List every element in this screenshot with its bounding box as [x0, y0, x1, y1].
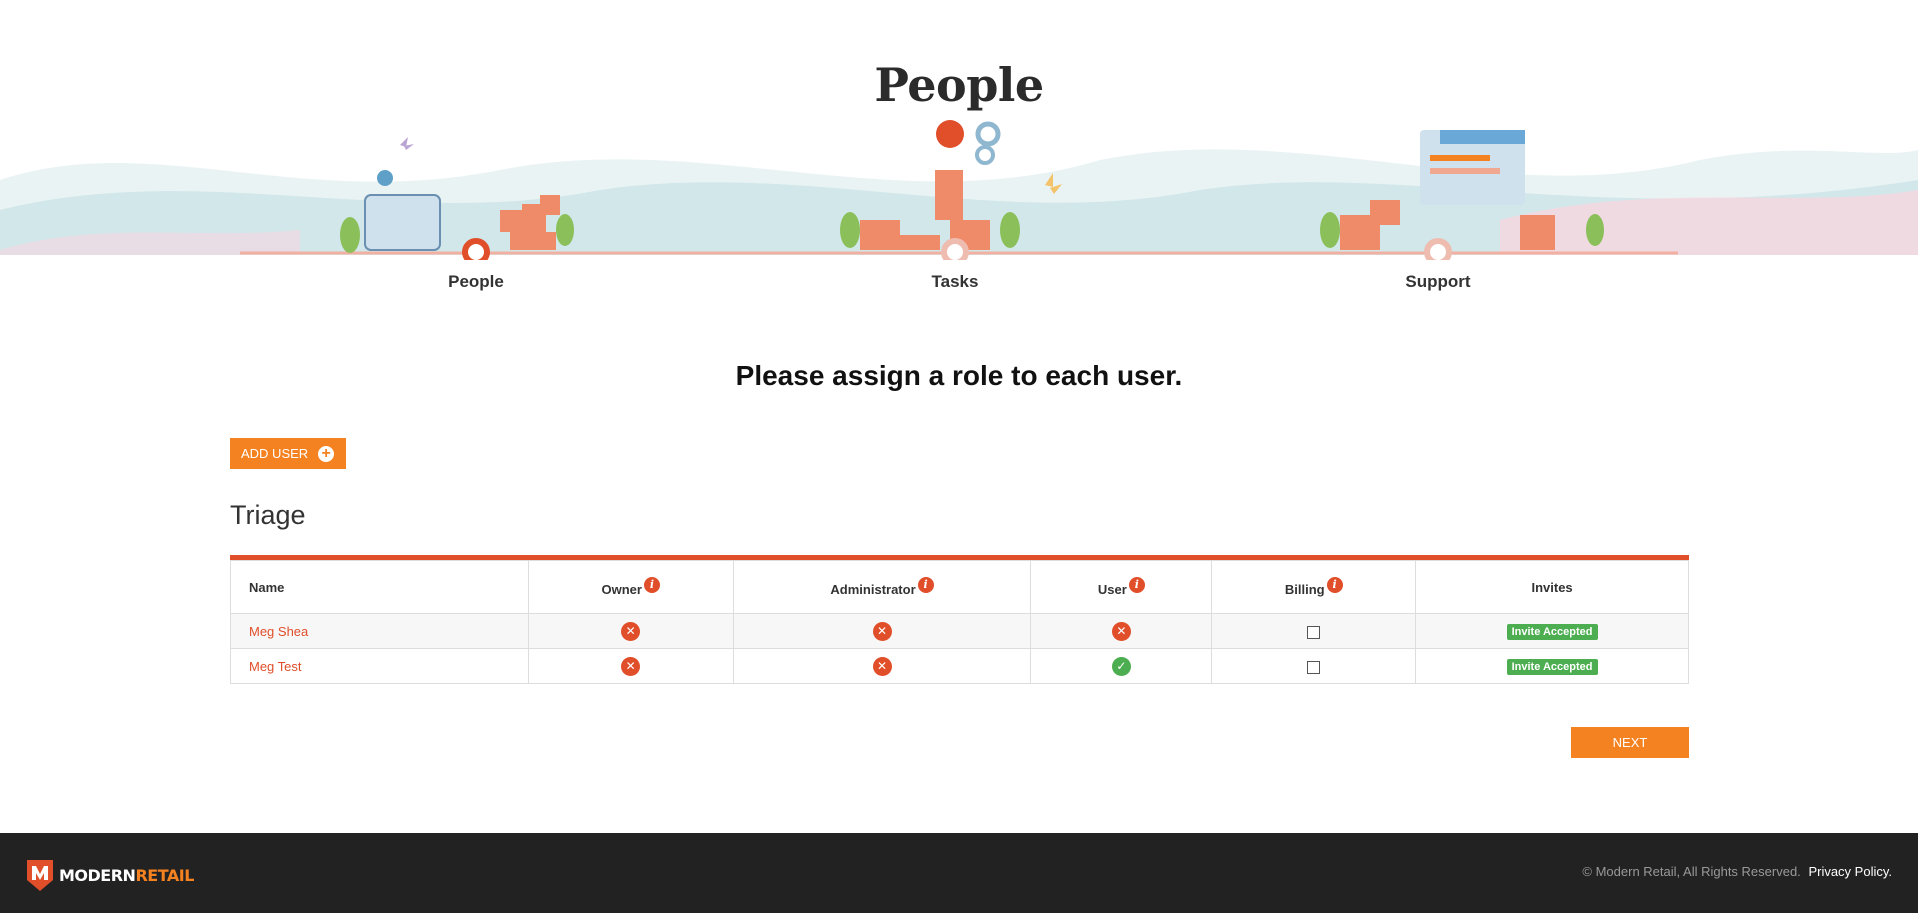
roles-table: Name Owner i Administrator i User i Billing… [230, 555, 1689, 684]
x-icon[interactable]: ✕ [621, 621, 641, 641]
hero-illustration [0, 100, 1918, 260]
group-title: Triage [230, 500, 306, 530]
plus-circle-icon: + [318, 445, 335, 462]
column-invites: Invites [1415, 560, 1689, 614]
billing-checkbox[interactable] [1307, 625, 1321, 639]
step-people[interactable]: People [376, 272, 576, 292]
next-button[interactable]: NEXT [1571, 727, 1689, 758]
user-name-link[interactable]: Meg Test [230, 648, 529, 684]
copyright: © Modern Retail, All Rights Reserved. Pr… [1582, 864, 1892, 879]
x-icon[interactable]: ✕ [872, 621, 892, 641]
x-icon[interactable]: ✕ [621, 656, 641, 676]
step-tasks[interactable]: Tasks [855, 272, 1055, 292]
status-badge: Invite Accepted [1506, 623, 1598, 640]
column-user: User i [1030, 560, 1213, 614]
info-icon[interactable]: i [1128, 577, 1145, 593]
modern-retail-logo[interactable]: MODERNRETAIL [25, 858, 194, 892]
x-icon[interactable]: ✕ [872, 656, 892, 676]
check-icon[interactable]: ✓ [1111, 656, 1131, 676]
footer: MODERNRETAIL © Modern Retail, All Rights… [0, 833, 1918, 913]
column-owner: Owner i [527, 560, 734, 614]
status-badge: Invite Accepted [1506, 658, 1598, 675]
column-administrator: Administrator i [732, 560, 1032, 614]
billing-checkbox[interactable] [1307, 660, 1321, 674]
step-support[interactable]: Support [1338, 272, 1538, 292]
logo-shield-icon [27, 860, 53, 891]
column-name: Name [230, 560, 529, 614]
info-icon[interactable]: i [1326, 577, 1343, 593]
column-billing: Billing i [1211, 560, 1417, 614]
table-header-row: Name Owner i Administrator i User i Billing… [230, 560, 1689, 614]
add-user-label: ADD USER [241, 446, 309, 461]
info-icon[interactable]: i [917, 577, 934, 593]
table-row: Meg Test ✕ ✕ ✓ Invite Accepted [230, 648, 1689, 684]
x-icon[interactable]: ✕ [1111, 621, 1131, 641]
info-icon[interactable]: i [643, 577, 660, 593]
add-user-button[interactable]: ADD USER + [230, 438, 346, 469]
table-row: Meg Shea ✕ ✕ ✕ Invite Accepted [230, 613, 1689, 649]
privacy-policy-link[interactable]: Privacy Policy. [1808, 864, 1892, 879]
instruction-text: Please assign a role to each user. [735, 360, 1183, 391]
user-name-link[interactable]: Meg Shea [230, 613, 529, 649]
